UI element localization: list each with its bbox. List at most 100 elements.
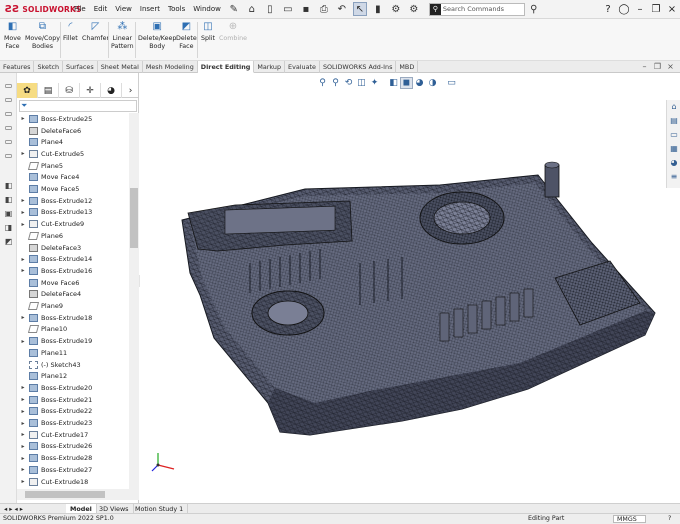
tab-surfaces[interactable]: Surfaces [63, 61, 98, 73]
expand-arrow-icon[interactable]: ▸ [17, 314, 29, 321]
strip-icon[interactable]: ▭ [3, 95, 14, 105]
view-settings-icon[interactable]: ▭ [445, 78, 458, 88]
tree-item[interactable]: ▸ Boss-Extrude27 [17, 464, 129, 476]
menu-view[interactable]: View [111, 5, 136, 13]
expand-arrow-icon[interactable]: ▸ [17, 431, 29, 438]
strip-icon[interactable]: ◧ [3, 181, 14, 191]
menu-insert[interactable]: Insert [136, 5, 164, 13]
tree-scroll-thumb[interactable] [130, 188, 138, 248]
edit-appearance-icon[interactable]: ◑ [426, 78, 439, 88]
menu-file[interactable]: File [70, 5, 90, 13]
strip-icon[interactable]: ▭ [3, 151, 14, 161]
feature-tree-tab-icon[interactable]: ✿ [17, 83, 38, 98]
solidworks-logo[interactable]: ƧƧ SOLIDWORKS [0, 4, 81, 15]
tree-item[interactable]: Plane5 [17, 160, 129, 172]
tab-sketch[interactable]: Sketch [34, 61, 64, 73]
display-style-icon[interactable]: ◼ [400, 76, 413, 89]
expand-arrow-icon[interactable]: ▸ [17, 221, 29, 228]
tree-item[interactable]: ▸ Boss-Extrude18 [17, 312, 129, 324]
zoom-to-area-icon[interactable]: ⚲ [329, 78, 342, 88]
tree-item[interactable]: DeleteFace3 [17, 242, 129, 254]
tree-item[interactable]: Plane4 [17, 136, 129, 148]
tree-item[interactable]: ▸ Boss-Extrude26 [17, 441, 129, 453]
mesh-model-view[interactable] [140, 73, 666, 503]
expand-arrow-icon[interactable]: ▸ [17, 150, 29, 157]
dynamic-annotation-icon[interactable]: ✦ [368, 78, 381, 88]
help-icon[interactable]: ? [600, 4, 616, 15]
tree-item[interactable]: ▸ Boss-Extrude19 [17, 335, 129, 347]
tree-item[interactable]: Move Face4 [17, 172, 129, 184]
linear-pattern-button[interactable]: ⁂ Linear Pattern [111, 21, 134, 50]
expand-arrow-icon[interactable]: ▸ [17, 420, 29, 427]
menu-edit[interactable]: Edit [90, 5, 112, 13]
appearances-icon[interactable]: ◕ [669, 158, 679, 168]
tree-item[interactable]: DeleteFace4 [17, 289, 129, 301]
tree-hscroll-thumb[interactable] [25, 491, 105, 498]
tree-item[interactable]: (-) Sketch43 [17, 359, 129, 371]
display-manager-tab-icon[interactable]: ◕ [101, 83, 122, 98]
view-orientation-icon[interactable]: ◧ [387, 78, 400, 88]
menu-window[interactable]: Window [189, 5, 225, 13]
expand-arrow-icon[interactable]: ▸ [17, 338, 29, 345]
tree-item[interactable]: ▸ Boss-Extrude14 [17, 253, 129, 265]
expand-arrow-icon[interactable]: ▸ [17, 408, 29, 415]
open-folder-icon[interactable]: ▭ [281, 2, 295, 16]
tab-sheet-metal[interactable]: Sheet Metal [98, 61, 143, 73]
expand-arrow-icon[interactable]: ▸ [17, 455, 29, 462]
tree-item[interactable]: ▸ Cut-Extrude18 [17, 476, 129, 488]
expand-arrow-icon[interactable]: ▸ [17, 384, 29, 391]
chamfer-button[interactable]: ◸ Chamfer [82, 21, 109, 43]
minimize-icon[interactable]: – [632, 4, 648, 15]
move-face-button[interactable]: ◧ Move Face [4, 21, 21, 50]
undo-icon[interactable]: ↶ [335, 2, 349, 16]
tree-item[interactable]: ▸ Boss-Extrude25 [17, 113, 129, 125]
design-library-icon[interactable]: ▤ [669, 116, 679, 126]
rebuild-icon[interactable]: ⚙ [389, 2, 403, 16]
tab-solidworks-add-ins[interactable]: SOLIDWORKS Add-Ins [320, 61, 397, 73]
tree-item[interactable]: ▸ Boss-Extrude21 [17, 394, 129, 406]
expand-arrow-icon[interactable]: ▸ [17, 267, 29, 274]
tree-item[interactable]: ▸ Boss-Extrude22 [17, 406, 129, 418]
solidworks-resources-icon[interactable]: ⌂ [669, 102, 679, 112]
expand-arrow-icon[interactable]: ▸ [17, 396, 29, 403]
new-document-icon[interactable]: ▯ [263, 2, 277, 16]
delete-keep-body-button[interactable]: ▣ Delete/Keep Body [138, 21, 176, 50]
traffic-light-icon[interactable]: ▮ [371, 2, 385, 16]
close-icon[interactable]: × [664, 62, 677, 71]
expand-arrow-icon[interactable]: ▸ [17, 197, 29, 204]
tree-item[interactable]: DeleteFace6 [17, 125, 129, 137]
strip-icon[interactable]: ◨ [3, 223, 14, 233]
save-icon[interactable]: ▪ [299, 2, 313, 16]
delete-face-button[interactable]: ◩ Delete Face [176, 21, 197, 50]
tree-item[interactable]: ▸ Cut-Extrude17 [17, 429, 129, 441]
search-commands-field[interactable]: ⚲ Search Commands [428, 2, 525, 16]
tree-vertical-scrollbar[interactable] [129, 113, 139, 489]
user-icon[interactable]: ◯ [616, 4, 632, 15]
view-palette-icon[interactable]: ▦ [669, 144, 679, 154]
zoom-to-fit-icon[interactable]: ⚲ [316, 78, 329, 88]
tab-mesh-modeling[interactable]: Mesh Modeling [143, 61, 198, 73]
pin-icon[interactable]: ✎ [227, 2, 241, 16]
tree-item[interactable]: Move Face5 [17, 183, 129, 195]
strip-icon[interactable]: ▭ [3, 109, 14, 119]
expand-arrow-icon[interactable]: ▸ [17, 478, 29, 485]
tab-features[interactable]: Features [0, 61, 35, 73]
tree-filter[interactable]: ⏷ [19, 100, 137, 112]
tree-item[interactable]: ▸ Boss-Extrude12 [17, 195, 129, 207]
cad-model[interactable] [181, 161, 656, 436]
strip-icon[interactable]: ▣ [3, 209, 14, 219]
menu-tools[interactable]: Tools [164, 5, 189, 13]
tab-mbd[interactable]: MBD [396, 61, 419, 73]
strip-icon[interactable]: ◩ [3, 237, 14, 247]
previous-view-icon[interactable]: ⟲ [342, 78, 355, 88]
expand-panel-icon[interactable]: › [122, 83, 139, 98]
custom-properties-icon[interactable]: ≡ [669, 172, 679, 182]
help-icon[interactable]: ? [668, 515, 671, 522]
move-copy-bodies-button[interactable]: ⧉ Move/Copy Bodies [25, 21, 60, 50]
dimxpert-tab-icon[interactable]: ✛ [80, 83, 101, 98]
tree-item[interactable]: Plane6 [17, 230, 129, 242]
restore-icon[interactable]: ❐ [648, 4, 664, 15]
close-icon[interactable]: × [664, 4, 680, 15]
graphics-area[interactable] [140, 73, 666, 503]
strip-icon[interactable]: ◧ [3, 195, 14, 205]
